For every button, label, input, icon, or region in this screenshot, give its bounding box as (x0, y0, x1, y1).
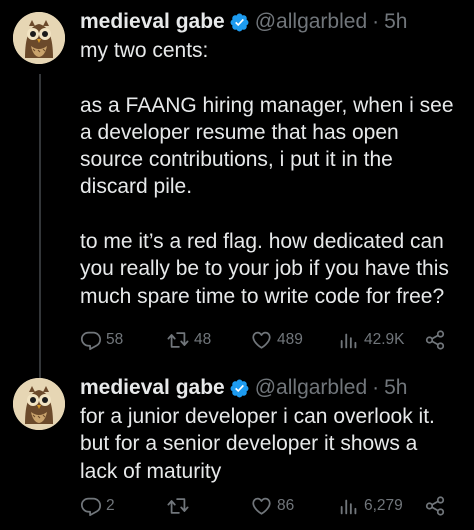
tweet-text: for a junior developer i can overlook it… (80, 405, 435, 483)
heart-icon (252, 497, 271, 515)
like-button[interactable]: 86 (250, 492, 294, 520)
tweet-timestamp[interactable]: 5h (384, 372, 407, 404)
tweet-header: medieval gabe @allgarbled · 5h (80, 6, 462, 38)
view-count: 42.9K (364, 331, 405, 348)
reply-button[interactable]: 58 (80, 326, 123, 354)
views-button[interactable]: 42.9K (338, 326, 405, 354)
retweet-icon (167, 498, 189, 514)
reply-button[interactable]: 2 (80, 492, 115, 520)
reply-icon (80, 497, 102, 517)
tweet-content: medieval gabe @allgarbled · 5h for a jun… (80, 372, 462, 485)
share-icon (425, 330, 445, 350)
retweet-button[interactable] (166, 492, 194, 520)
author-handle[interactable]: @allgarbled (255, 372, 367, 404)
owl-avatar-icon (13, 378, 65, 430)
tweet-text: my two cents: as a FAANG hiring manager,… (80, 39, 454, 308)
like-button[interactable]: 489 (250, 326, 303, 354)
share-icon (425, 496, 445, 516)
verified-badge-icon (230, 13, 249, 31)
owl-avatar-icon (13, 12, 65, 64)
separator-dot: · (372, 10, 380, 33)
tweet-header: medieval gabe @allgarbled · 5h (80, 372, 462, 404)
avatar[interactable] (13, 12, 65, 64)
author-display-name[interactable]: medieval gabe (80, 372, 225, 404)
tweet[interactable]: medieval gabe @allgarbled · 5h my two ce… (0, 0, 474, 378)
views-button[interactable]: 6,279 (338, 492, 403, 520)
like-count: 86 (277, 497, 295, 514)
thread-connector-line (39, 74, 41, 378)
tweet-actions: 58 48 489 42.9K (80, 326, 450, 354)
heart-icon (252, 331, 271, 349)
tweet-content: medieval gabe @allgarbled · 5h my two ce… (80, 6, 462, 310)
author-display-name[interactable]: medieval gabe (80, 6, 225, 38)
views-icon (340, 499, 357, 515)
reply-icon (80, 331, 102, 351)
tweet-timestamp[interactable]: 5h (384, 6, 407, 38)
view-count: 6,279 (364, 497, 403, 514)
retweet-button[interactable]: 48 (166, 326, 211, 354)
reply-count: 2 (106, 497, 115, 514)
reply-count: 58 (106, 331, 124, 348)
author-handle[interactable]: @allgarbled (255, 6, 367, 38)
share-button[interactable] (424, 492, 446, 520)
avatar[interactable] (13, 378, 65, 430)
share-button[interactable] (424, 326, 446, 354)
like-count: 489 (277, 331, 303, 348)
views-icon (340, 333, 357, 349)
retweet-count: 48 (194, 331, 212, 348)
tweet[interactable]: medieval gabe @allgarbled · 5h for a jun… (0, 368, 474, 530)
verified-badge-icon (230, 379, 249, 397)
separator-dot: · (372, 376, 380, 399)
tweet-actions: 2 86 6,279 (80, 492, 450, 520)
retweet-icon (167, 332, 189, 348)
